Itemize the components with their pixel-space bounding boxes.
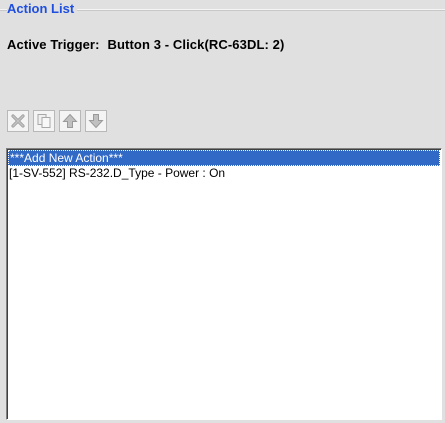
arrow-down-icon [88,114,104,129]
move-up-button[interactable] [59,110,81,132]
action-toolbar [7,110,107,140]
move-down-button[interactable] [85,110,107,132]
group-header: Action List [0,0,445,20]
copy-icon [37,114,51,128]
active-trigger: Active Trigger: Button 3 - Click(RC-63DL:… [7,37,284,52]
list-item-label: ***Add New Action*** [10,151,123,165]
group-title: Action List [7,1,78,17]
list-item-add-new-action[interactable]: ***Add New Action*** [8,150,440,166]
action-list-panel: Action List Active Trigger: Button 3 - Cl… [0,0,445,423]
list-item-action[interactable]: [1-SV-552] RS-232.D_Type - Power : On [7,166,441,181]
copy-action-button[interactable] [33,110,55,132]
delete-action-button[interactable] [7,110,29,132]
action-listbox[interactable]: ***Add New Action*** [1-SV-552] RS-232.D… [6,148,442,420]
list-item-label: [1-SV-552] RS-232.D_Type - Power : On [9,166,226,180]
delete-icon [11,114,25,128]
active-trigger-value: Button 3 - Click(RC-63DL: 2) [107,37,285,52]
arrow-up-icon [62,113,78,128]
active-trigger-label: Active Trigger: [7,37,100,52]
